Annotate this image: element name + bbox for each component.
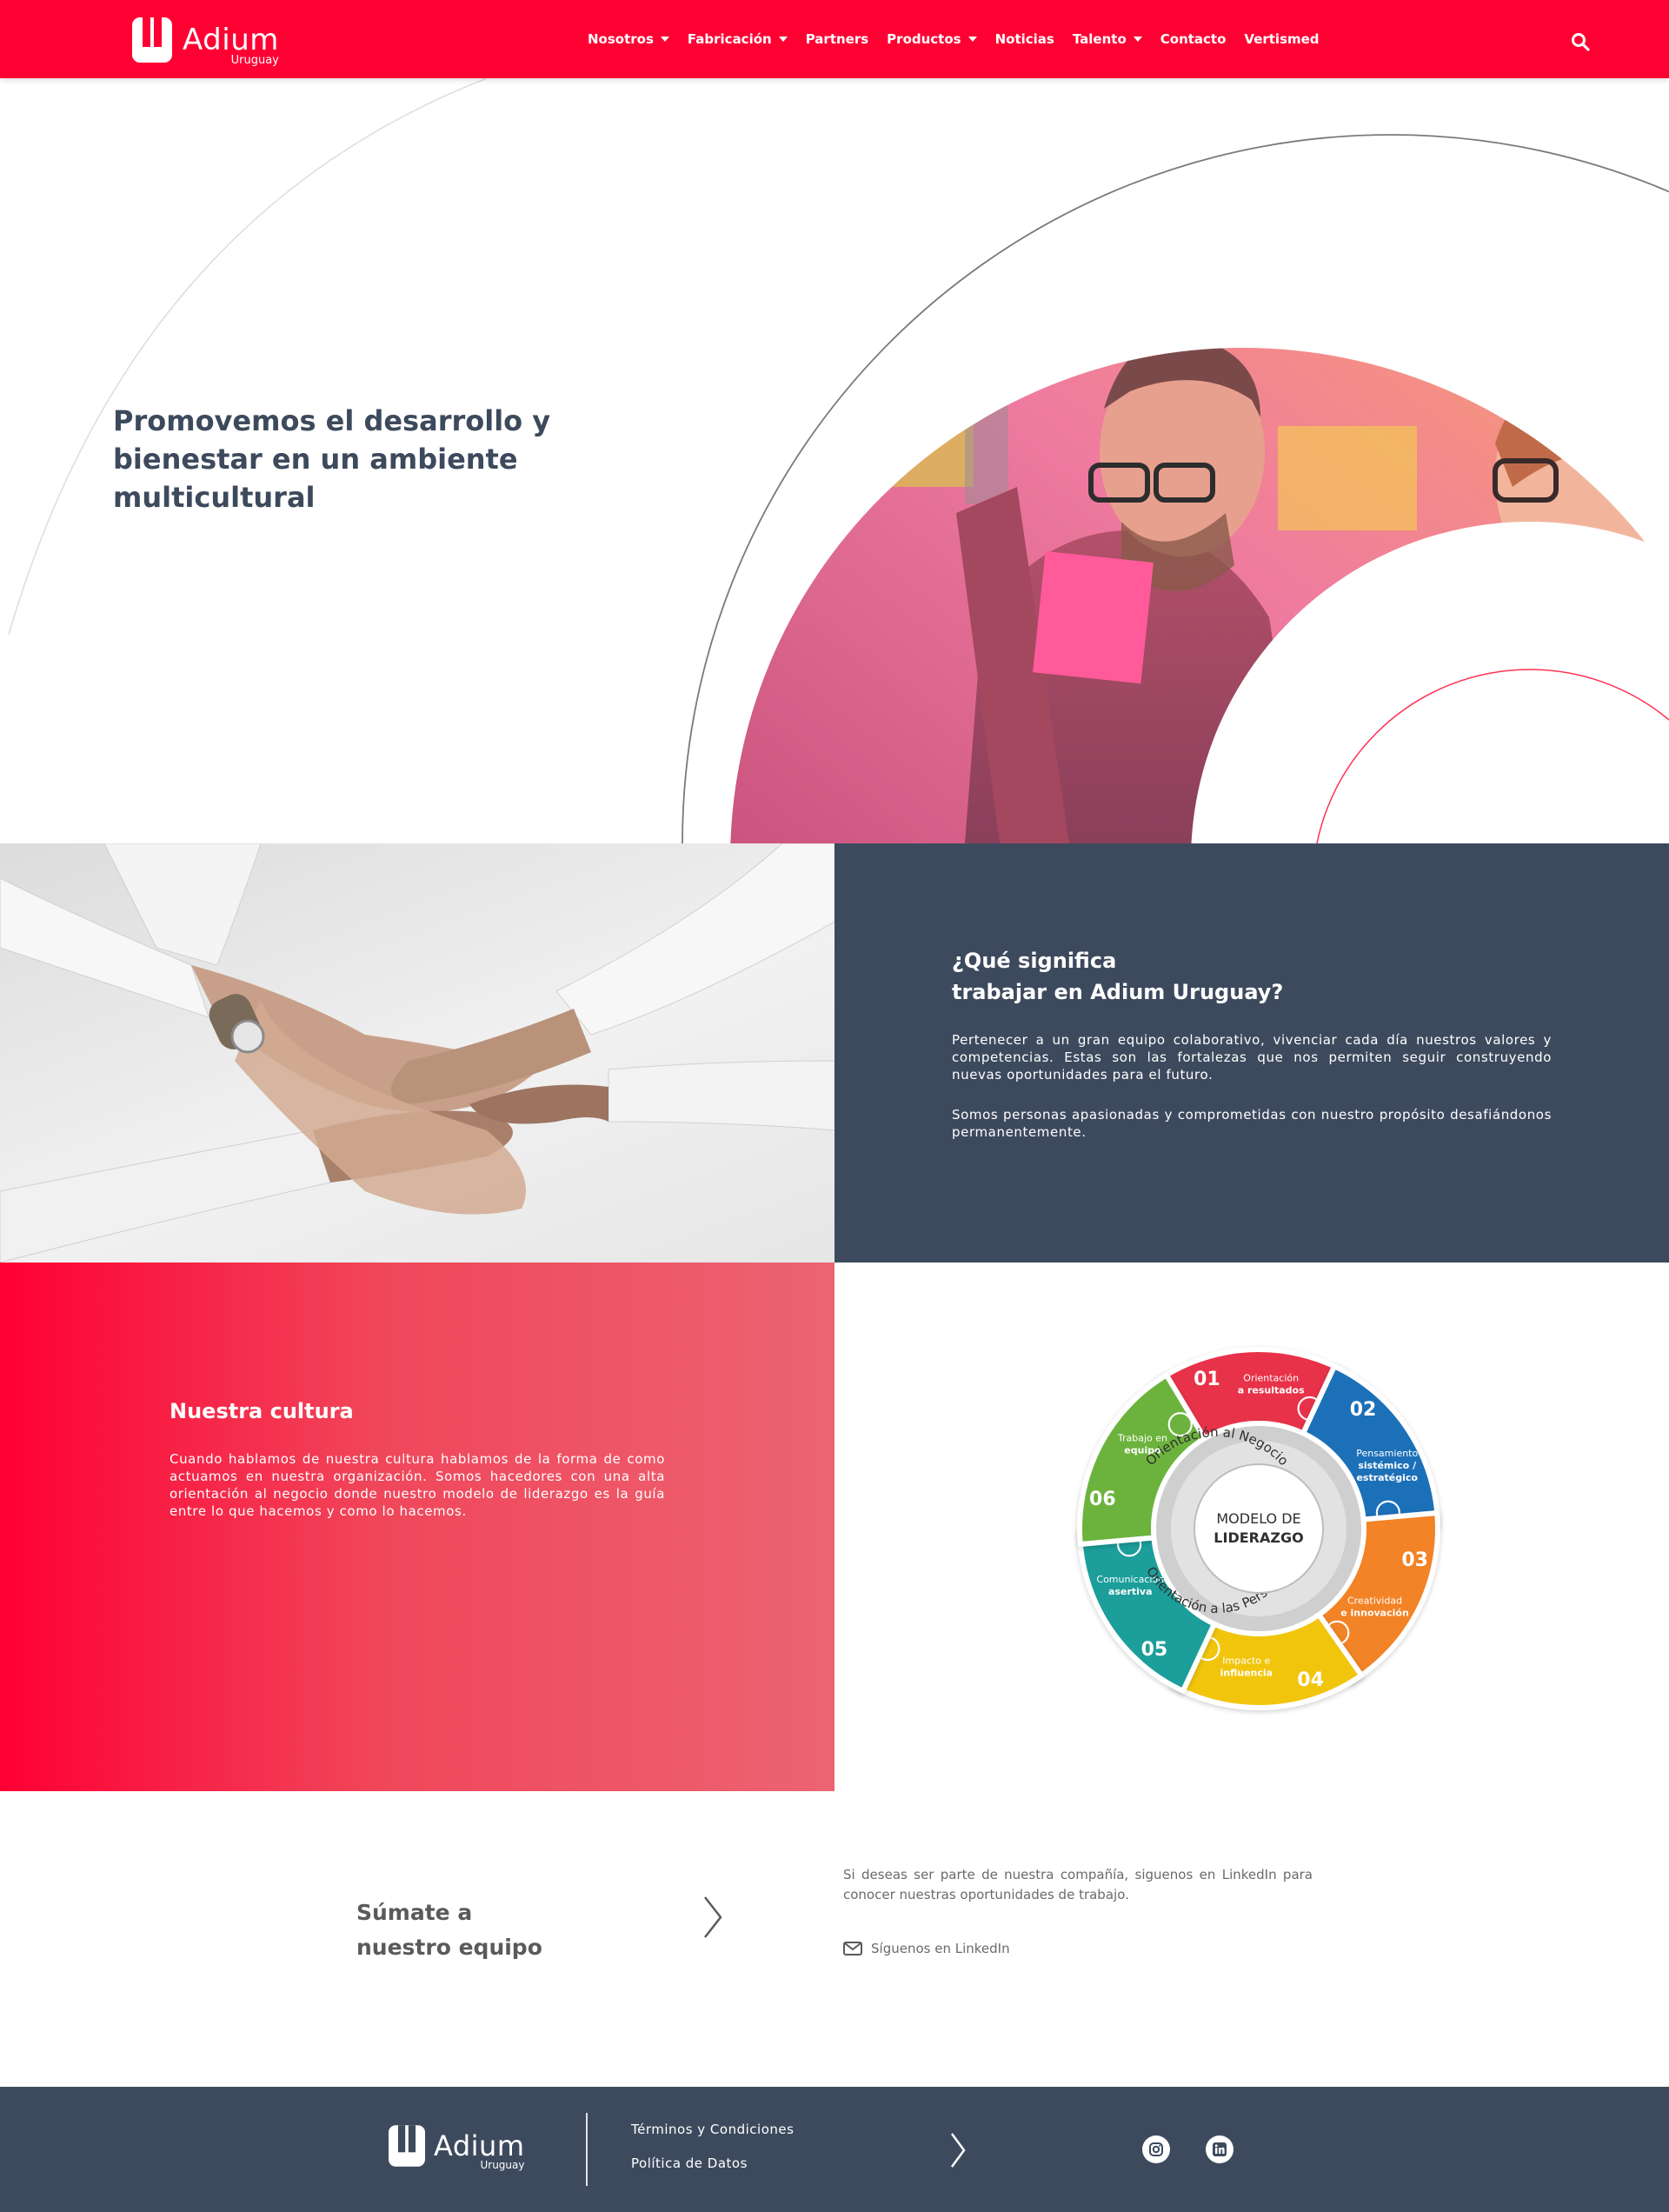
hands-illustration [0,843,834,1263]
linkedin-icon[interactable] [1206,2135,1233,2163]
model-segment-label: Pensamiento [1356,1448,1418,1459]
footer-brand-sub: Uruguay [480,2159,525,2171]
model-segment-label: Impacto e [1222,1655,1270,1666]
logo-mark-icon [132,17,172,63]
team-hands-photo [0,843,834,1263]
chevron-down-icon [967,37,977,42]
brand-sub: Uruguay [230,54,279,67]
nav-item-noticias[interactable]: Noticias [995,31,1054,47]
model-segment-label: influencia [1220,1667,1273,1678]
instagram-glyph [1149,2142,1163,2156]
question-paragraph-1: Pertenecer a un gran equipo colaborativo… [952,1032,1552,1083]
chevron-right-icon [704,1896,722,1938]
model-segment-label: Orientación [1243,1373,1299,1384]
nav-label: Nosotros [588,31,654,47]
question-panel: ¿Qué significa trabajar en Adium Uruguay… [834,843,1669,1263]
nav-label: Fabricación [687,31,772,47]
model-segment-number: 01 [1194,1369,1220,1390]
chevron-right-icon [950,2133,966,2168]
envelope-icon [843,1942,862,1955]
nav-item-partners[interactable]: Partners [806,31,868,47]
model-center [1194,1463,1324,1594]
nav-item-talento[interactable]: Talento [1073,31,1142,47]
linkedin-follow-link[interactable]: Síguenos en LinkedIn [843,1941,1010,1956]
site-header: Adium Uruguay Nosotros Fabricación Partn… [0,0,1669,78]
model-segment-label: estratégico [1356,1472,1418,1483]
privacy-link[interactable]: Política de Datos [631,2155,794,2171]
model-segment-label: a resultados [1238,1385,1305,1396]
join-title-line: Súmate a [356,1900,473,1925]
work-section: ¿Qué significa trabajar en Adium Uruguay… [0,843,1669,1263]
footer-logo[interactable]: Adium Uruguay [389,2125,525,2171]
question-title: ¿Qué significa trabajar en Adium Uruguay… [952,945,1439,1008]
chevron-down-icon [778,37,788,42]
culture-title: Nuestra cultura [170,1399,354,1423]
join-title-line: nuestro equipo [356,1935,542,1960]
join-section: Súmate a nuestro equipo Si deseas ser pa… [0,1791,1669,2087]
footer-links: Términos y Condiciones Política de Datos [631,2122,794,2189]
footer-brand-name: Adium [434,2129,525,2162]
model-segment-label: e innovación [1340,1607,1409,1618]
nav-label: Partners [805,31,869,47]
nav-item-productos[interactable]: Productos [887,31,977,47]
linkedin-glyph [1213,2142,1227,2156]
linkedin-follow-label: Síguenos en LinkedIn [871,1941,1010,1956]
model-segment-label: sistémico / [1358,1460,1417,1471]
model-segment-number: 03 [1401,1549,1428,1571]
model-center-line2: LIDERAZGO [1214,1529,1303,1546]
join-text: Si deseas ser parte de nuestra compañía,… [843,1867,1313,1902]
search-icon[interactable] [1570,31,1591,52]
leadership-model-diagram: 01 Orientacióna resultados 02 Pensamientosi… [1077,1347,1440,1710]
nav-item-nosotros[interactable]: Nosotros [588,31,669,47]
nav-label: Noticias [994,31,1054,47]
model-segment-label: Creatividad [1347,1595,1402,1606]
model-segment-number: 06 [1089,1489,1116,1510]
nav-item-contacto[interactable]: Contacto [1160,31,1227,47]
nav-label: Talento [1072,31,1127,47]
question-title-line: ¿Qué significa [952,949,1117,973]
terms-link[interactable]: Términos y Condiciones [631,2122,794,2137]
model-segment-number: 05 [1141,1639,1168,1661]
model-segment-number: 02 [1350,1399,1377,1421]
culture-panel: Nuestra cultura Cuando hablamos de nuest… [0,1263,834,1791]
join-title: Súmate a nuestro equipo [356,1896,542,1965]
instagram-icon[interactable] [1142,2135,1170,2163]
culture-section: Nuestra cultura Cuando hablamos de nuest… [0,1263,1669,1791]
nav-label: Vertismed [1244,31,1320,47]
chevron-down-icon [1133,37,1142,42]
nav-label: Contacto [1160,31,1227,47]
footer-divider [586,2113,588,2186]
culture-paragraph: Cuando hablamos de nuestra cultura habla… [170,1451,665,1519]
nav-item-vertismed[interactable]: Vertismed [1244,31,1319,47]
model-segment-label: asertiva [1108,1586,1152,1597]
logo-mark-icon [389,2125,425,2167]
brand-logo[interactable]: Adium Uruguay [132,17,279,67]
leadership-model: 01 Orientación a resultados 02 Pensamiento si… [834,1263,1669,1791]
hero-section: Promovemos el desarrollo y bienestar en … [0,78,1669,843]
site-footer: Adium Uruguay Términos y Condiciones Pol… [0,2087,1669,2212]
model-segment-number: 04 [1297,1669,1324,1691]
chevron-down-icon [660,37,669,42]
question-title-line: trabajar en Adium Uruguay? [952,980,1284,1004]
hero-title: Promovemos el desarrollo y bienestar en … [113,404,551,514]
model-segment-label: Trabajo en [1117,1433,1167,1444]
nav-item-fabricacion[interactable]: Fabricación [688,31,788,47]
nav-label: Productos [887,31,961,47]
main-nav: Nosotros Fabricación Partners Productos … [588,0,1338,78]
question-paragraph-2: Somos personas apasionadas y comprometid… [952,1107,1552,1140]
brand-name: Adium [183,23,279,57]
model-center-line1: MODELO DE [1216,1510,1300,1527]
